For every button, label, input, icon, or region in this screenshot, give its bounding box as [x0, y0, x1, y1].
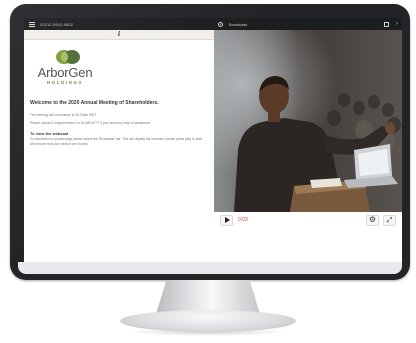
info-tab[interactable]: i	[24, 30, 214, 40]
screen: 20212-0912-0002 i ArborGen HOLDINGS Welc…	[24, 18, 402, 262]
menu-icon[interactable]	[29, 21, 35, 27]
monitor-stand-neck	[156, 280, 260, 314]
chevron-right-icon[interactable]: ›	[396, 21, 398, 27]
left-topbar: 20212-0912-0002	[24, 18, 214, 30]
arborgen-logo: ArborGen HOLDINGS	[30, 50, 100, 90]
broadcast-topbar: Broadcast ›	[214, 18, 402, 30]
play-button[interactable]	[220, 214, 233, 226]
webcast-instructions: To view/listen to proceedings please sel…	[30, 137, 202, 146]
broadcast-icon	[218, 21, 223, 27]
logo-subtitle: HOLDINGS	[47, 80, 83, 85]
expand-button[interactable]: ⤢	[383, 214, 396, 226]
player-controls: 0:03 ⚙ ⤢	[214, 212, 402, 228]
logo-leaf-icon	[61, 52, 68, 62]
gear-icon: ⚙	[368, 215, 377, 224]
info-icon: i	[117, 31, 121, 38]
video-player[interactable]	[214, 30, 402, 212]
contact-text: Please contact Computershare on 00-489-8…	[30, 121, 152, 125]
monitor-stand-base	[120, 310, 296, 332]
commence-text: The meeting will commence at 10:00am MST	[30, 113, 97, 117]
monitor-chin	[18, 262, 402, 274]
elapsed-time: 0:03	[238, 217, 248, 223]
broadcast-panel: Broadcast › 0:03 ⚙ ⤢	[214, 18, 402, 262]
logo-name: ArborGen	[37, 65, 93, 80]
broadcast-tab-label[interactable]: Broadcast	[229, 22, 384, 27]
info-panel: 20212-0912-0002 i ArborGen HOLDINGS Welc…	[24, 18, 214, 262]
welcome-heading: Welcome to the 2020 Annual Meeting of Sh…	[30, 100, 159, 106]
fullscreen-icon[interactable]	[384, 21, 389, 27]
info-content: ArborGen HOLDINGS Welcome to the 2020 An…	[30, 50, 208, 147]
webcast-heading: To view the webcast	[30, 131, 69, 136]
settings-button[interactable]: ⚙	[366, 214, 379, 226]
expand-icon: ⤢	[386, 216, 393, 224]
meeting-id: 20212-0912-0002	[40, 21, 74, 27]
play-icon	[224, 217, 230, 223]
speaker-video-frame	[214, 30, 402, 212]
